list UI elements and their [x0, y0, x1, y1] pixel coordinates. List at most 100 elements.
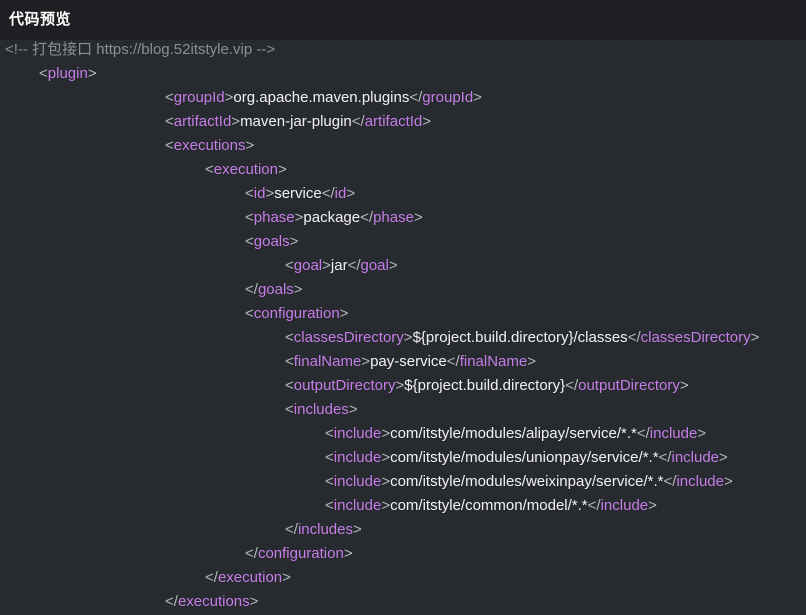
- tag-bracket: >: [245, 137, 255, 154]
- tag-name: include: [649, 425, 698, 442]
- tag-bracket: >: [343, 545, 353, 562]
- tag-bracket: >: [381, 473, 391, 490]
- tag-name: includes: [293, 401, 349, 418]
- tag-bracket: >: [352, 521, 362, 538]
- tag-value: ${project.build.directory}: [404, 377, 566, 394]
- tag-name: artifactId: [173, 113, 232, 130]
- tag-bracket: >: [381, 497, 391, 514]
- tag-bracket: <: [205, 161, 214, 178]
- tag-bracket: </: [351, 113, 365, 130]
- code-preview-title: 代码预览: [9, 10, 72, 28]
- code-line: <classesDirectory>${project.build.direct…: [285, 328, 759, 348]
- code-line: <phase>package</phase>: [245, 208, 423, 228]
- tag-name: finalName: [293, 353, 362, 370]
- code-line: <!-- 打包接口 https://blog.52itstyle.vip -->: [5, 40, 275, 60]
- code-line: </configuration>: [245, 544, 353, 564]
- tag-name: artifactId: [364, 113, 423, 130]
- tag-name: classesDirectory: [640, 329, 751, 346]
- code-line: <goals>: [245, 232, 298, 252]
- tag-bracket: </: [321, 185, 335, 202]
- tag-value: com/itstyle/common/model/*.*: [390, 497, 588, 514]
- tag-bracket: </: [285, 521, 298, 538]
- tag-bracket: <: [245, 233, 254, 250]
- tag-bracket: >: [422, 113, 432, 130]
- tag-value: service: [274, 185, 322, 202]
- tag-name: id: [253, 185, 266, 202]
- tag-name: executions: [173, 137, 246, 154]
- tag-name: classesDirectory: [293, 329, 404, 346]
- tag-bracket: </: [658, 449, 672, 466]
- tag-bracket: </: [360, 209, 374, 226]
- code-line: <include>com/itstyle/modules/unionpay/se…: [325, 448, 728, 468]
- tag-value: com/itstyle/modules/alipay/service/*.*: [390, 425, 637, 442]
- tag-bracket: >: [648, 497, 657, 514]
- tag-name: executions: [177, 593, 250, 610]
- tag-bracket: >: [282, 569, 291, 586]
- tag-name: include: [333, 473, 382, 490]
- tag-bracket: </: [587, 497, 601, 514]
- tag-bracket: >: [87, 65, 97, 82]
- tag-bracket: >: [679, 377, 689, 394]
- tag-name: include: [333, 497, 382, 514]
- tag-bracket: >: [719, 449, 728, 466]
- code-comment: <!-- 打包接口 https://blog.52itstyle.vip -->: [5, 41, 276, 58]
- tag-bracket: <: [285, 353, 294, 370]
- code-line: <goal>jar</goal>: [285, 256, 398, 276]
- tag-name: groupId: [173, 89, 225, 106]
- tag-bracket: >: [293, 281, 303, 298]
- tag-name: includes: [297, 521, 353, 538]
- code-line: <configuration>: [245, 304, 348, 324]
- tag-bracket: </: [205, 569, 218, 586]
- tag-bracket: >: [413, 209, 423, 226]
- tag-bracket: >: [750, 329, 760, 346]
- tag-bracket: </: [627, 329, 641, 346]
- tag-bracket: <: [325, 449, 334, 466]
- tag-bracket: >: [381, 425, 391, 442]
- tag-name: include: [333, 425, 382, 442]
- tag-bracket: <: [325, 425, 334, 442]
- tag-name: finalName: [459, 353, 528, 370]
- tag-bracket: >: [289, 233, 299, 250]
- tag-bracket: <: [165, 89, 174, 106]
- tag-bracket: >: [724, 473, 733, 490]
- tag-value: package: [303, 209, 361, 226]
- tag-bracket: <: [285, 401, 294, 418]
- tag-name: plugin: [47, 65, 88, 82]
- tag-bracket: >: [395, 377, 405, 394]
- tag-bracket: </: [409, 89, 423, 106]
- code-line: </includes>: [285, 520, 362, 540]
- tag-value: org.apache.maven.plugins: [233, 89, 410, 106]
- code-line: <execution>: [205, 160, 287, 180]
- tag-name: id: [334, 185, 347, 202]
- code-line: </goals>: [245, 280, 303, 300]
- code-block[interactable]: <!-- 打包接口 https://blog.52itstyle.vip -->…: [0, 40, 806, 615]
- code-line: </execution>: [205, 568, 291, 588]
- tag-bracket: </: [446, 353, 460, 370]
- tag-name: configuration: [253, 305, 340, 322]
- tag-bracket: <: [325, 497, 334, 514]
- tag-bracket: >: [346, 185, 356, 202]
- tag-bracket: </: [663, 473, 677, 490]
- tag-name: configuration: [257, 545, 344, 562]
- tag-bracket: </: [245, 281, 258, 298]
- tag-bracket: >: [361, 353, 371, 370]
- tag-name: include: [676, 473, 724, 490]
- tag-value: ${project.build.directory}/classes: [412, 329, 628, 346]
- code-line: <include>com/itstyle/modules/weixinpay/s…: [325, 472, 733, 492]
- code-line: <executions>: [165, 136, 254, 156]
- tag-value: jar: [330, 257, 348, 274]
- code-line: <outputDirectory>${project.build.directo…: [285, 376, 689, 396]
- tag-bracket: </: [245, 545, 258, 562]
- tag-name: goal: [360, 257, 389, 274]
- tag-name: goals: [253, 233, 290, 250]
- tag-bracket: </: [636, 425, 650, 442]
- tag-bracket: >: [339, 305, 349, 322]
- code-line: <finalName>pay-service</finalName>: [285, 352, 536, 372]
- tag-bracket: <: [165, 113, 174, 130]
- tag-name: include: [333, 449, 382, 466]
- tag-name: goals: [257, 281, 294, 298]
- code-line: <include>com/itstyle/common/model/*.*</i…: [325, 496, 657, 516]
- tag-bracket: <: [285, 377, 294, 394]
- tag-bracket: <: [245, 185, 254, 202]
- tag-name: goal: [293, 257, 323, 274]
